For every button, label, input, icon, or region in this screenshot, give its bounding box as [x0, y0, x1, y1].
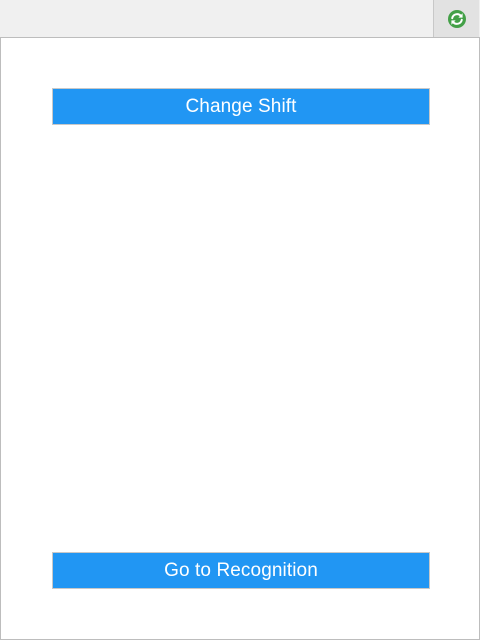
main-content: Change Shift Go to Recognition: [0, 38, 480, 640]
top-toolbar: [0, 0, 480, 38]
go-to-recognition-button[interactable]: Go to Recognition: [52, 552, 430, 589]
refresh-button[interactable]: [433, 0, 479, 37]
app-window: Change Shift Go to Recognition: [0, 0, 480, 640]
refresh-icon: [447, 9, 467, 29]
change-shift-button[interactable]: Change Shift: [52, 88, 430, 125]
